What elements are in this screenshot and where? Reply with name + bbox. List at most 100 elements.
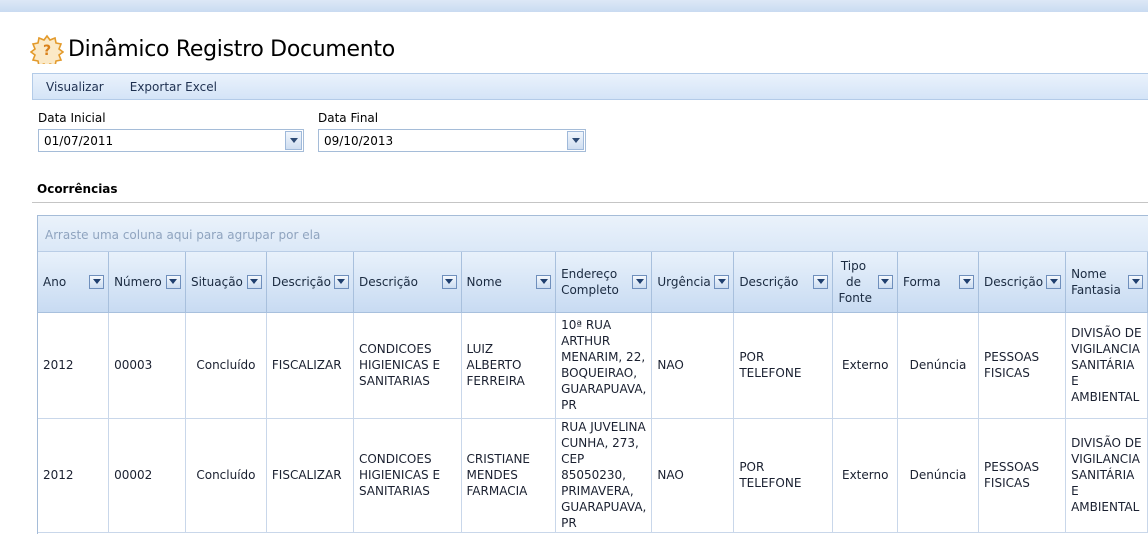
column-filter-button[interactable] (959, 274, 975, 289)
chevron-down-icon (881, 279, 890, 285)
occurrences-grid: Arraste uma coluna aqui para agrupar por… (37, 215, 1148, 534)
cell-forma: Denúncia (897, 312, 980, 419)
table-row[interactable]: 2012 00003 Concluído FISCALIZAR CONDICOE… (38, 312, 1148, 419)
cell-descricao: CONDICOES HIGIENICAS E SANITARIAS (353, 312, 462, 419)
cell-descricao: PESSOAS FISICAS (978, 418, 1067, 533)
column-header-descricao-3[interactable]: Descrição (733, 252, 834, 313)
cell-situacao: Concluído (185, 418, 267, 533)
column-label: Número (114, 274, 162, 289)
group-by-hint: Arraste uma coluna aqui para agrupar por… (45, 228, 321, 242)
column-header-urgencia[interactable]: Urgência (651, 252, 735, 313)
chevron-down-icon (337, 279, 346, 285)
column-label: Descrição (739, 274, 799, 289)
column-header-numero[interactable]: Número (108, 252, 186, 313)
cell-tipo-fonte: Externo (832, 418, 898, 533)
column-header-descricao-1[interactable]: Descrição (266, 252, 354, 313)
cell-descricao: FISCALIZAR (266, 418, 354, 533)
column-header-tipo-fonte[interactable]: Tipo de Fonte (832, 252, 898, 313)
column-label: Urgência (657, 274, 711, 289)
page: ? Dinâmico Registro Documento Visualizar… (0, 12, 1148, 534)
start-date-field[interactable]: 01/07/2011 (38, 129, 304, 152)
column-filter-button[interactable] (1128, 274, 1143, 289)
column-label: Nome Fantasia (1071, 266, 1121, 297)
start-date-value: 01/07/2011 (44, 134, 114, 148)
column-filter-button[interactable] (165, 274, 181, 289)
cell-descricao: POR TELEFONE (733, 418, 834, 533)
section-divider (32, 202, 1148, 203)
chevron-down-icon (169, 279, 178, 285)
table-row[interactable]: 2012 00002 Concluído FISCALIZAR CONDICOE… (38, 418, 1148, 533)
chevron-down-icon (250, 279, 259, 285)
page-title: Dinâmico Registro Documento (68, 36, 395, 62)
column-filter-button[interactable] (441, 274, 457, 289)
column-filter-button[interactable] (89, 274, 105, 289)
cell-descricao: FISCALIZAR (266, 312, 354, 419)
chevron-down-icon (539, 279, 548, 285)
column-header-forma[interactable]: Forma (897, 252, 980, 313)
column-filter-button[interactable] (877, 274, 893, 289)
column-header-descricao-2[interactable]: Descrição (353, 252, 462, 313)
column-header-endereco[interactable]: Endereço Completo (555, 252, 653, 313)
column-label: Situação (190, 274, 243, 289)
start-date-label: Data Inicial (38, 111, 106, 125)
column-filter-button[interactable] (632, 274, 648, 289)
chevron-down-icon (962, 279, 971, 285)
cell-tipo-fonte: Externo (832, 312, 898, 419)
chevron-down-icon (1049, 279, 1058, 285)
cell-descricao: CONDICOES HIGIENICAS E SANITARIAS (353, 418, 462, 533)
end-date-label: Data Final (318, 111, 379, 125)
column-header-ano[interactable]: Ano (38, 252, 110, 313)
column-header-nome-fantasia[interactable]: Nome Fantasia (1065, 252, 1148, 313)
end-date-field[interactable]: 09/10/2013 (318, 129, 586, 152)
cell-forma: Denúncia (897, 418, 980, 533)
export-excel-button[interactable]: Exportar Excel (130, 80, 217, 94)
cell-ano: 2012 (38, 418, 110, 533)
cell-ano: 2012 (38, 312, 110, 419)
column-label: Nome (466, 274, 502, 289)
chevron-down-icon (571, 138, 580, 143)
start-date-dropdown-button[interactable] (285, 131, 302, 150)
chevron-down-icon (445, 279, 453, 285)
chevron-down-icon (635, 279, 644, 285)
chevron-down-icon (816, 279, 825, 285)
chevron-down-icon (289, 138, 298, 143)
column-label: Forma (902, 274, 941, 289)
column-header-nome[interactable]: Nome (461, 252, 557, 313)
cell-endereco: 10ª RUA ARTHUR MENARIM, 22, BOQUEIRAO, G… (555, 312, 653, 419)
column-filter-button[interactable] (536, 274, 552, 289)
column-filter-button[interactable] (714, 274, 730, 289)
cell-nome: LUIZ ALBERTO FERREIRA (461, 312, 557, 419)
end-date-dropdown-button[interactable] (567, 131, 584, 150)
chevron-down-icon (1131, 279, 1140, 285)
window-top-strip (0, 0, 1148, 12)
svg-text:?: ? (43, 43, 51, 59)
column-filter-button[interactable] (1046, 274, 1062, 289)
column-header-descricao-4[interactable]: Descrição (978, 252, 1067, 313)
cell-situacao: Concluído (185, 312, 267, 419)
chevron-down-icon (717, 279, 726, 285)
column-filter-button[interactable] (246, 274, 262, 289)
cell-numero: 00003 (108, 312, 186, 419)
cell-numero: 00002 (108, 418, 186, 533)
column-label: Descrição (358, 274, 418, 289)
cell-urgencia: NAO (651, 418, 735, 533)
column-header-situacao[interactable]: Situação (185, 252, 267, 313)
visualizar-button[interactable]: Visualizar (46, 80, 104, 94)
chevron-down-icon (92, 279, 101, 285)
column-filter-button[interactable] (813, 274, 829, 289)
data-table: Ano Número Situação Descrição Descrição … (38, 252, 1148, 533)
cell-nome: CRISTIANE MENDES FARMACIA (461, 418, 557, 533)
cell-descricao: PESSOAS FISICAS (978, 312, 1067, 419)
toolbar: Visualizar Exportar Excel (32, 73, 1148, 100)
cell-endereco: RUA JUVELINA CUNHA, 273, CEP 85050230, P… (555, 418, 653, 533)
end-date-value: 09/10/2013 (324, 134, 394, 148)
cell-descricao: POR TELEFONE (733, 312, 834, 419)
cell-nome-fantasia: DIVISÃO DE VIGILANCIA SANITÁRIA E AMBIEN… (1065, 418, 1148, 533)
column-label: Endereço Completo (561, 266, 619, 297)
help-gear-icon: ? (30, 34, 64, 64)
column-label: Ano (43, 274, 67, 289)
column-filter-button[interactable] (333, 274, 349, 289)
cell-nome-fantasia: DIVISÃO DE VIGILANCIA SANITÁRIA E AMBIEN… (1065, 312, 1148, 419)
group-by-panel[interactable]: Arraste uma coluna aqui para agrupar por… (38, 216, 1148, 252)
column-label: Descrição (271, 274, 331, 289)
